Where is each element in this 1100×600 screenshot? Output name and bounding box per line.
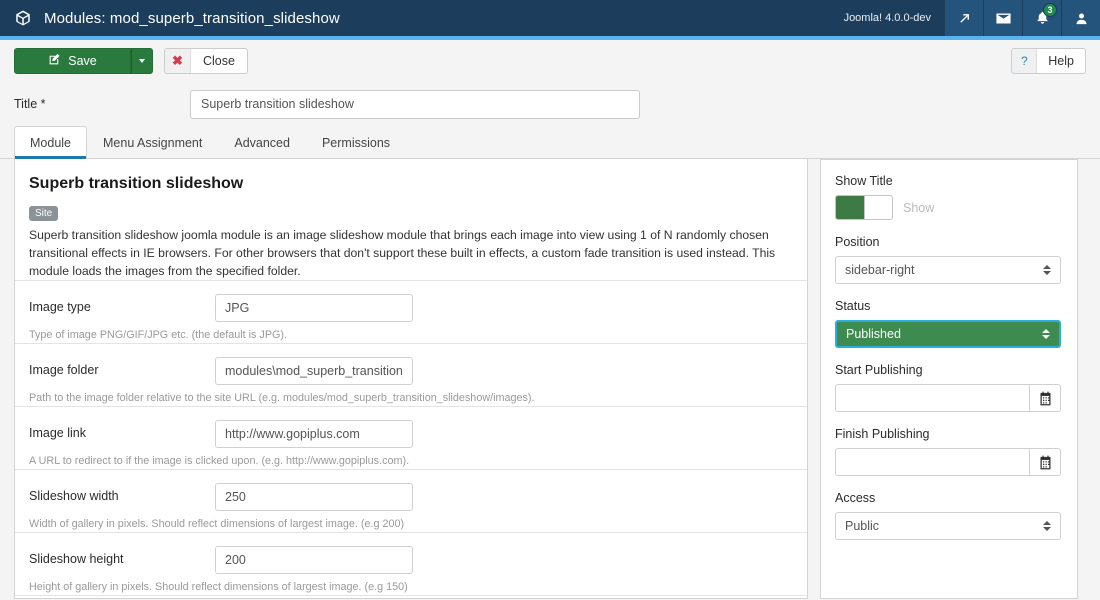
page-title: Modules: mod_superb_transition_slideshow (44, 9, 340, 27)
field-slideshow-width: Slideshow width Width of gallery in pixe… (15, 469, 807, 532)
app-header: Modules: mod_superb_transition_slideshow… (0, 0, 1100, 40)
slideshow-height-input[interactable] (215, 546, 413, 575)
show-title-label: Show Title (835, 174, 893, 188)
finish-publishing-field (835, 448, 1061, 476)
save-button-label: Save (68, 54, 97, 68)
position-label: Position (835, 235, 880, 249)
image-link-input[interactable] (215, 420, 413, 449)
access-select-value: Public (845, 519, 880, 533)
module-info: Superb transition slideshow Site Superb … (15, 175, 807, 280)
image-folder-input[interactable] (215, 357, 413, 386)
status-badge: Site (29, 206, 59, 221)
tab-advanced[interactable]: Advanced (218, 126, 306, 158)
joomla-version-label: Joomla! 4.0.0-dev (843, 12, 931, 24)
x-icon: ✖ (165, 49, 191, 73)
status-group: Status Published (835, 299, 1063, 348)
title-input[interactable] (190, 89, 640, 119)
calendar-icon[interactable] (1029, 384, 1061, 412)
position-group: Position sidebar-right (835, 235, 1063, 284)
status-select[interactable]: Published (835, 320, 1061, 348)
close-button[interactable]: ✖ Close (164, 48, 248, 74)
title-label: Title * (14, 97, 46, 111)
user-account-icon[interactable] (1061, 0, 1100, 36)
field-control (215, 357, 413, 386)
field-help-text: Height of gallery in pixels. Should refl… (29, 581, 408, 594)
save-button-group: Save (14, 48, 153, 74)
question-mark-icon: ? (1012, 49, 1038, 73)
module-settings-panel: Superb transition slideshow Site Superb … (14, 159, 808, 599)
caret-down-icon (139, 59, 145, 63)
show-title-toggle-row: Show (835, 195, 1063, 220)
module-description: Superb transition slideshow joomla modul… (29, 228, 776, 279)
toggle-off-half (863, 196, 892, 219)
field-help-text: Path to the image folder relative to the… (29, 392, 535, 405)
chevron-updown-icon (1043, 265, 1051, 275)
field-slideshow-height: Slideshow height Height of gallery in pi… (15, 532, 807, 595)
finish-publishing-input[interactable] (835, 448, 1029, 476)
position-select-value: sidebar-right (845, 263, 915, 277)
chevron-updown-icon (1042, 329, 1050, 339)
notification-count-badge: 3 (1043, 3, 1057, 17)
field-help-text: Type of image PNG/GIF/JPG etc. (the defa… (29, 329, 288, 342)
field-label: Image type (29, 300, 91, 315)
field-control (215, 546, 413, 575)
messages-icon[interactable] (983, 0, 1022, 36)
slideshow-width-input[interactable] (215, 483, 413, 512)
field-label: Slideshow height (29, 552, 124, 567)
field-image-link: Image link A URL to redirect to if the i… (15, 406, 807, 469)
field-help-text: A URL to redirect to if the image is cli… (29, 455, 410, 468)
access-label: Access (835, 491, 876, 505)
show-title-toggle[interactable] (835, 195, 893, 220)
field-help-text: Width of gallery in pixels. Should refle… (29, 518, 405, 531)
field-label: Slideshow width (29, 489, 119, 504)
cube-icon (14, 9, 32, 27)
calendar-icon[interactable] (1029, 448, 1061, 476)
module-options-sidebar: Show Title Show Position sidebar-right S… (820, 159, 1078, 599)
tab-module[interactable]: Module (14, 126, 87, 159)
show-title-toggle-text: Show (903, 200, 935, 215)
status-select-value: Published (846, 327, 901, 341)
close-button-label: Close (203, 54, 235, 68)
field-random: Random N (15, 595, 807, 598)
toggle-on-half (836, 196, 864, 219)
field-label: Image link (29, 426, 86, 441)
save-button[interactable]: Save (14, 48, 131, 74)
field-control (215, 420, 413, 449)
header-actions: Joomla! 4.0.0-dev 3 (831, 0, 1100, 36)
field-image-folder: Image folder Path to the image folder re… (15, 343, 807, 406)
field-control (215, 294, 413, 323)
save-dropdown-button[interactable] (131, 48, 153, 74)
module-heading: Superb transition slideshow (29, 175, 244, 192)
toolbar: Save ✖ Close ? Help (0, 40, 1100, 82)
field-label: Image folder (29, 363, 99, 378)
tab-permissions[interactable]: Permissions (306, 126, 406, 158)
help-button-label: Help (1048, 54, 1074, 68)
start-publishing-field (835, 384, 1061, 412)
start-publishing-input[interactable] (835, 384, 1029, 412)
title-row: Title * (0, 82, 1100, 126)
preview-site-icon[interactable] (944, 0, 983, 36)
image-type-input[interactable] (215, 294, 413, 323)
tab-bar: Module Menu Assignment Advanced Permissi… (0, 126, 1100, 159)
start-publishing-label: Start Publishing (835, 363, 923, 377)
notifications-bell-icon[interactable]: 3 (1022, 0, 1061, 36)
chevron-updown-icon (1043, 521, 1051, 531)
status-label: Status (835, 299, 871, 313)
show-title-group: Show Title Show (835, 174, 1063, 220)
access-select[interactable]: Public (835, 512, 1061, 540)
field-image-type: Image type Type of image PNG/GIF/JPG etc… (15, 280, 807, 343)
position-select[interactable]: sidebar-right (835, 256, 1061, 284)
content-area: Superb transition slideshow Site Superb … (0, 159, 1100, 599)
finish-publishing-group: Finish Publishing (835, 427, 1063, 476)
start-publishing-group: Start Publishing (835, 363, 1063, 412)
help-button[interactable]: ? Help (1011, 48, 1086, 74)
tab-menu-assignment[interactable]: Menu Assignment (87, 126, 218, 158)
pencil-square-icon (48, 53, 61, 69)
finish-publishing-label: Finish Publishing (835, 427, 930, 441)
access-group: Access Public (835, 491, 1063, 540)
field-control (215, 483, 413, 512)
